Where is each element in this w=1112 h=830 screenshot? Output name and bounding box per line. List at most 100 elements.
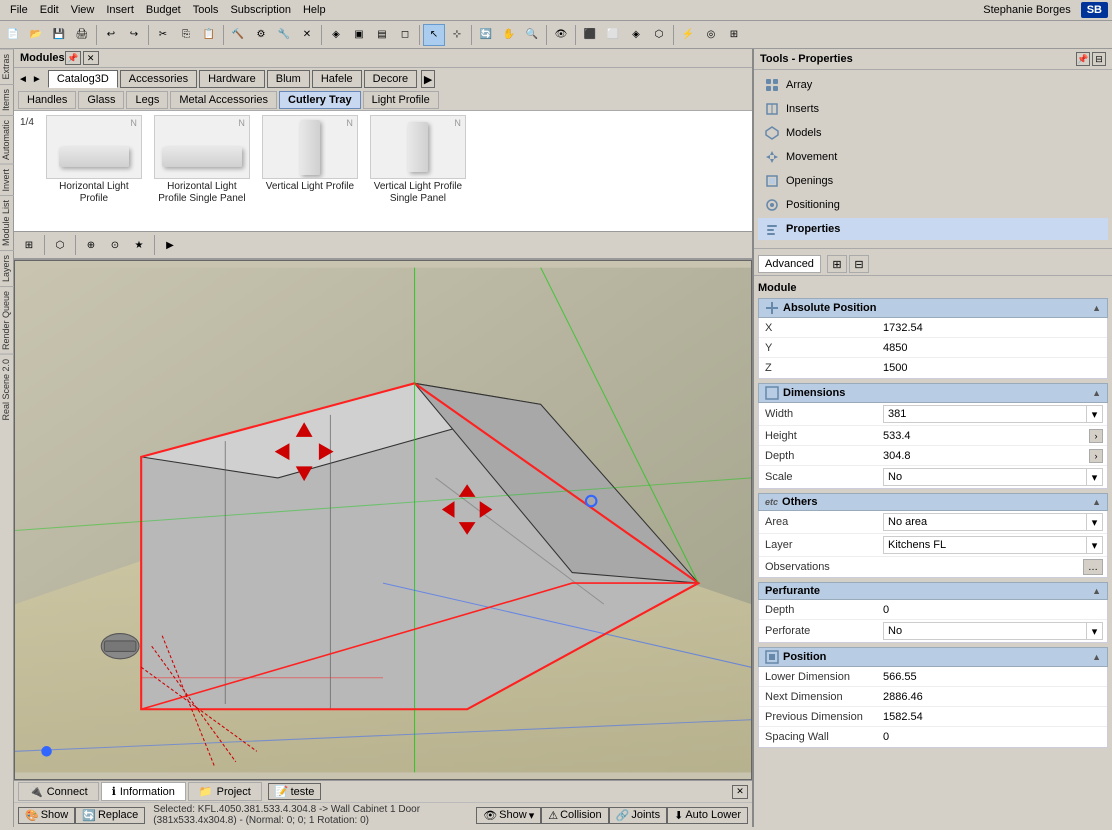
extra-btn-3[interactable]: ◈ [625, 24, 647, 46]
menu-file[interactable]: File [4, 2, 34, 18]
layer-dropdown-arrow[interactable]: ▾ [1086, 537, 1102, 553]
strip-real-scene[interactable]: Real Scene 2.0 [0, 354, 14, 425]
menu-view[interactable]: View [65, 2, 101, 18]
collision-btn[interactable]: ⚠ Collision [541, 807, 608, 824]
auto-lower-btn[interactable]: ⬇ Auto Lower [667, 807, 748, 824]
prop-height-value[interactable]: 533.4 [883, 430, 1087, 442]
perforate-dropdown-arrow[interactable]: ▾ [1086, 623, 1102, 639]
view-nav-btn[interactable]: ▶ [159, 234, 181, 256]
right-pin-btn[interactable]: 📌 [1076, 52, 1090, 66]
props-tab-advanced[interactable]: Advanced [758, 255, 821, 273]
catalog-more-arrow[interactable]: ▶ [421, 70, 435, 88]
show-btn[interactable]: 👁 Show ▾ [476, 807, 541, 824]
prop-perf-depth-value[interactable]: 0 [883, 604, 1103, 616]
strip-invert[interactable]: Invert [0, 164, 14, 196]
move-btn[interactable]: ⊹ [446, 24, 468, 46]
prop-lower-dimension-value[interactable]: 566.55 [883, 671, 1103, 683]
scale-dropdown-arrow[interactable]: ▾ [1086, 469, 1102, 485]
catalog-nav-right[interactable]: ► [32, 74, 42, 85]
section-perfurante-header[interactable]: Perfurante ▲ [758, 582, 1108, 600]
pan-btn[interactable]: ✋ [498, 24, 520, 46]
joints-btn[interactable]: 🔗 Joints [609, 807, 667, 824]
depth-btn[interactable]: › [1089, 449, 1103, 463]
menu-tools[interactable]: Tools [187, 2, 225, 18]
orbit-btn[interactable]: 🔄 [475, 24, 497, 46]
menu-subscription[interactable]: Subscription [224, 2, 297, 18]
section-position-header[interactable]: Position ▲ [758, 647, 1108, 667]
prop-spacing-wall-value[interactable]: 0 [883, 731, 1103, 743]
prop-y-value[interactable]: 4850 [883, 342, 1103, 354]
redo-btn[interactable]: ↪ [123, 24, 145, 46]
delete-btn[interactable]: ✕ [296, 24, 318, 46]
close-status-btn[interactable]: ✕ [732, 785, 748, 799]
cut-btn[interactable]: ✂ [152, 24, 174, 46]
prop-z-value[interactable]: 1500 [883, 362, 1103, 374]
prop-previous-dimension-value[interactable]: 1582.54 [883, 711, 1103, 723]
perforate-dropdown[interactable]: No ▾ [883, 622, 1103, 640]
section-others-header[interactable]: etc Others ▲ [758, 493, 1108, 511]
tool-positioning[interactable]: Positioning [758, 194, 1108, 216]
item-card-1[interactable]: N Horizontal Light Profile [44, 115, 144, 205]
prop-next-dimension-value[interactable]: 2886.46 [883, 691, 1103, 703]
tool-models[interactable]: Models [758, 122, 1108, 144]
materials-btn[interactable]: 🎨 Show [18, 807, 75, 824]
height-btn[interactable]: › [1089, 429, 1103, 443]
view-btn-4[interactable]: ◻ [394, 24, 416, 46]
prop-x-value[interactable]: 1732.54 [883, 322, 1103, 334]
print-btn[interactable]: 🖨 [71, 24, 93, 46]
item-card-3[interactable]: N Vertical Light Profile [260, 115, 360, 193]
strip-module-list[interactable]: Module List [0, 195, 14, 250]
catalog-tab-hardware[interactable]: Hardware [199, 70, 265, 88]
modules-close-btn[interactable]: ✕ [83, 51, 99, 65]
catalog-tab-decore[interactable]: Decore [364, 70, 417, 88]
undo-btn[interactable]: ↩ [100, 24, 122, 46]
tool-array[interactable]: Array [758, 74, 1108, 96]
cat-tab-light-profile[interactable]: Light Profile [363, 91, 439, 109]
scale-dropdown[interactable]: No ▾ [883, 468, 1103, 486]
paste-btn[interactable]: 📋 [198, 24, 220, 46]
tool-properties[interactable]: Properties [758, 218, 1108, 240]
status-tab-project[interactable]: 📁 Project [188, 782, 262, 801]
extra-btn-1[interactable]: ⬛ [579, 24, 601, 46]
strip-layers[interactable]: Layers [0, 250, 14, 286]
area-dropdown-arrow[interactable]: ▾ [1086, 514, 1102, 530]
extra-btn-4[interactable]: ⬡ [648, 24, 670, 46]
tool-btn-3[interactable]: 🔧 [273, 24, 295, 46]
props-icon-grid[interactable]: ⊟ [849, 255, 869, 273]
extra-btn-2[interactable]: ⬜ [602, 24, 624, 46]
extra-btn-6[interactable]: ◎ [700, 24, 722, 46]
tool-inserts[interactable]: Inserts [758, 98, 1108, 120]
tool-movement[interactable]: Movement [758, 146, 1108, 168]
tool-btn-2[interactable]: ⚙ [250, 24, 272, 46]
modules-pin-btn[interactable]: 📌 [65, 51, 81, 65]
props-icon-table[interactable]: ⊞ [827, 255, 847, 273]
extra-btn-5[interactable]: ⚡ [677, 24, 699, 46]
viewport[interactable] [14, 260, 752, 780]
view-btn-2[interactable]: ▣ [348, 24, 370, 46]
view-btn-3[interactable]: ▤ [371, 24, 393, 46]
menu-insert[interactable]: Insert [100, 2, 140, 18]
prop-depth-value[interactable]: 304.8 [883, 450, 1087, 462]
status-tab-connect[interactable]: 🔌 Connect [18, 782, 99, 801]
cat-tab-metal-accessories[interactable]: Metal Accessories [170, 91, 277, 109]
catalog-nav-left[interactable]: ◄ [18, 74, 28, 85]
extra-btn-7[interactable]: ⊞ [723, 24, 745, 46]
view-btn-1[interactable]: ◈ [325, 24, 347, 46]
select-btn[interactable]: ↖ [423, 24, 445, 46]
layer-dropdown[interactable]: Kitchens FL ▾ [883, 536, 1103, 554]
width-dropdown-arrow[interactable]: ▾ [1086, 406, 1102, 422]
cat-tab-handles[interactable]: Handles [18, 91, 76, 109]
right-float-btn[interactable]: ⊟ [1092, 52, 1106, 66]
strip-items[interactable]: Items [0, 84, 14, 115]
item-card-2[interactable]: N Horizontal Light Profile Single Panel [152, 115, 252, 205]
save-btn[interactable]: 💾 [48, 24, 70, 46]
area-dropdown[interactable]: No area ▾ [883, 513, 1103, 531]
replace-btn[interactable]: 🔄 Replace [75, 807, 145, 824]
cat-tab-legs[interactable]: Legs [126, 91, 168, 109]
observations-btn[interactable]: … [1083, 559, 1103, 575]
status-tab-information[interactable]: ℹ Information [101, 782, 186, 801]
view-info-btn[interactable]: ⊙ [104, 234, 126, 256]
menu-budget[interactable]: Budget [140, 2, 187, 18]
menu-help[interactable]: Help [297, 2, 332, 18]
item-card-4[interactable]: N Vertical Light Profile Single Panel [368, 115, 468, 205]
